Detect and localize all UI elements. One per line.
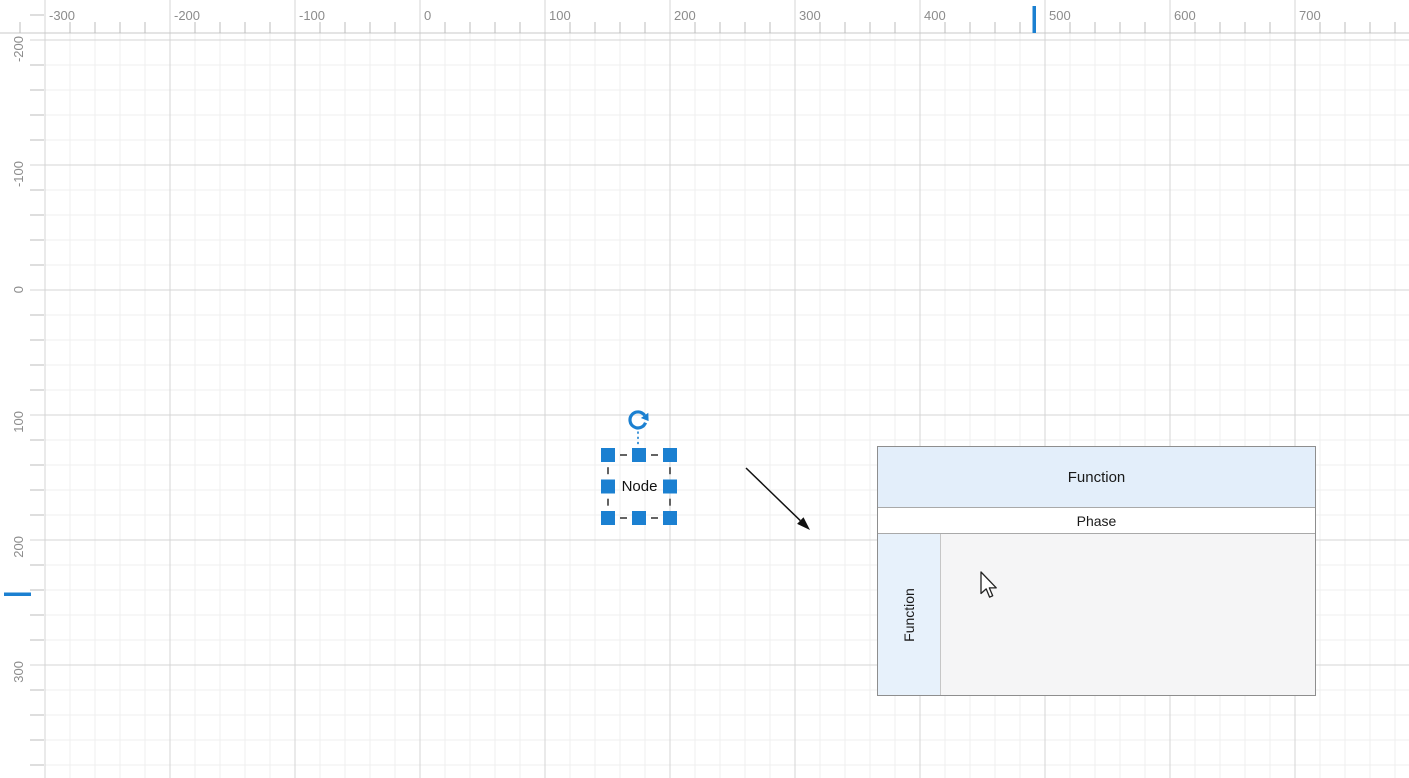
swimlane-header-cell[interactable]: Function — [878, 447, 1315, 508]
ruler-label: 0 — [424, 8, 431, 23]
swimlane-header-label: Function — [1068, 469, 1126, 486]
ruler-label: 100 — [11, 411, 26, 433]
swimlane-phase-cell[interactable]: Phase — [878, 508, 1315, 534]
ruler-label: 200 — [11, 536, 26, 558]
ruler-label: 600 — [1174, 8, 1196, 23]
node-label: Node — [622, 478, 658, 495]
ruler-label: -100 — [11, 161, 26, 187]
swimlane-body: Function — [878, 534, 1315, 695]
swimlane-lane-area[interactable] — [941, 534, 1315, 695]
swimlane-phase-label: Phase — [1077, 513, 1117, 529]
swimlane-row-header-cell[interactable]: Function — [878, 534, 941, 695]
ruler-label: 200 — [674, 8, 696, 23]
ruler-label: -200 — [174, 8, 200, 23]
swimlane-table[interactable]: Function Phase Function — [877, 446, 1316, 696]
diagram-canvas[interactable]: -300 -200 -100 0 100 200 300 400 500 600 700 -200 -1… — [0, 0, 1409, 778]
swimlane-row-header-label: Function — [901, 588, 917, 642]
ruler-label: 300 — [799, 8, 821, 23]
ruler-marker-vertical — [4, 593, 31, 597]
ruler-label: 400 — [924, 8, 946, 23]
ruler-label: 0 — [11, 286, 26, 293]
ruler-label: -300 — [49, 8, 75, 23]
ruler-label: 100 — [549, 8, 571, 23]
ruler-marker-horizontal — [1033, 6, 1037, 33]
ruler-label: 300 — [11, 661, 26, 683]
ruler-label: -200 — [11, 36, 26, 62]
node[interactable]: Node — [601, 448, 678, 525]
ruler-label: -100 — [299, 8, 325, 23]
ruler-label: 500 — [1049, 8, 1071, 23]
ruler-label: 700 — [1299, 8, 1321, 23]
